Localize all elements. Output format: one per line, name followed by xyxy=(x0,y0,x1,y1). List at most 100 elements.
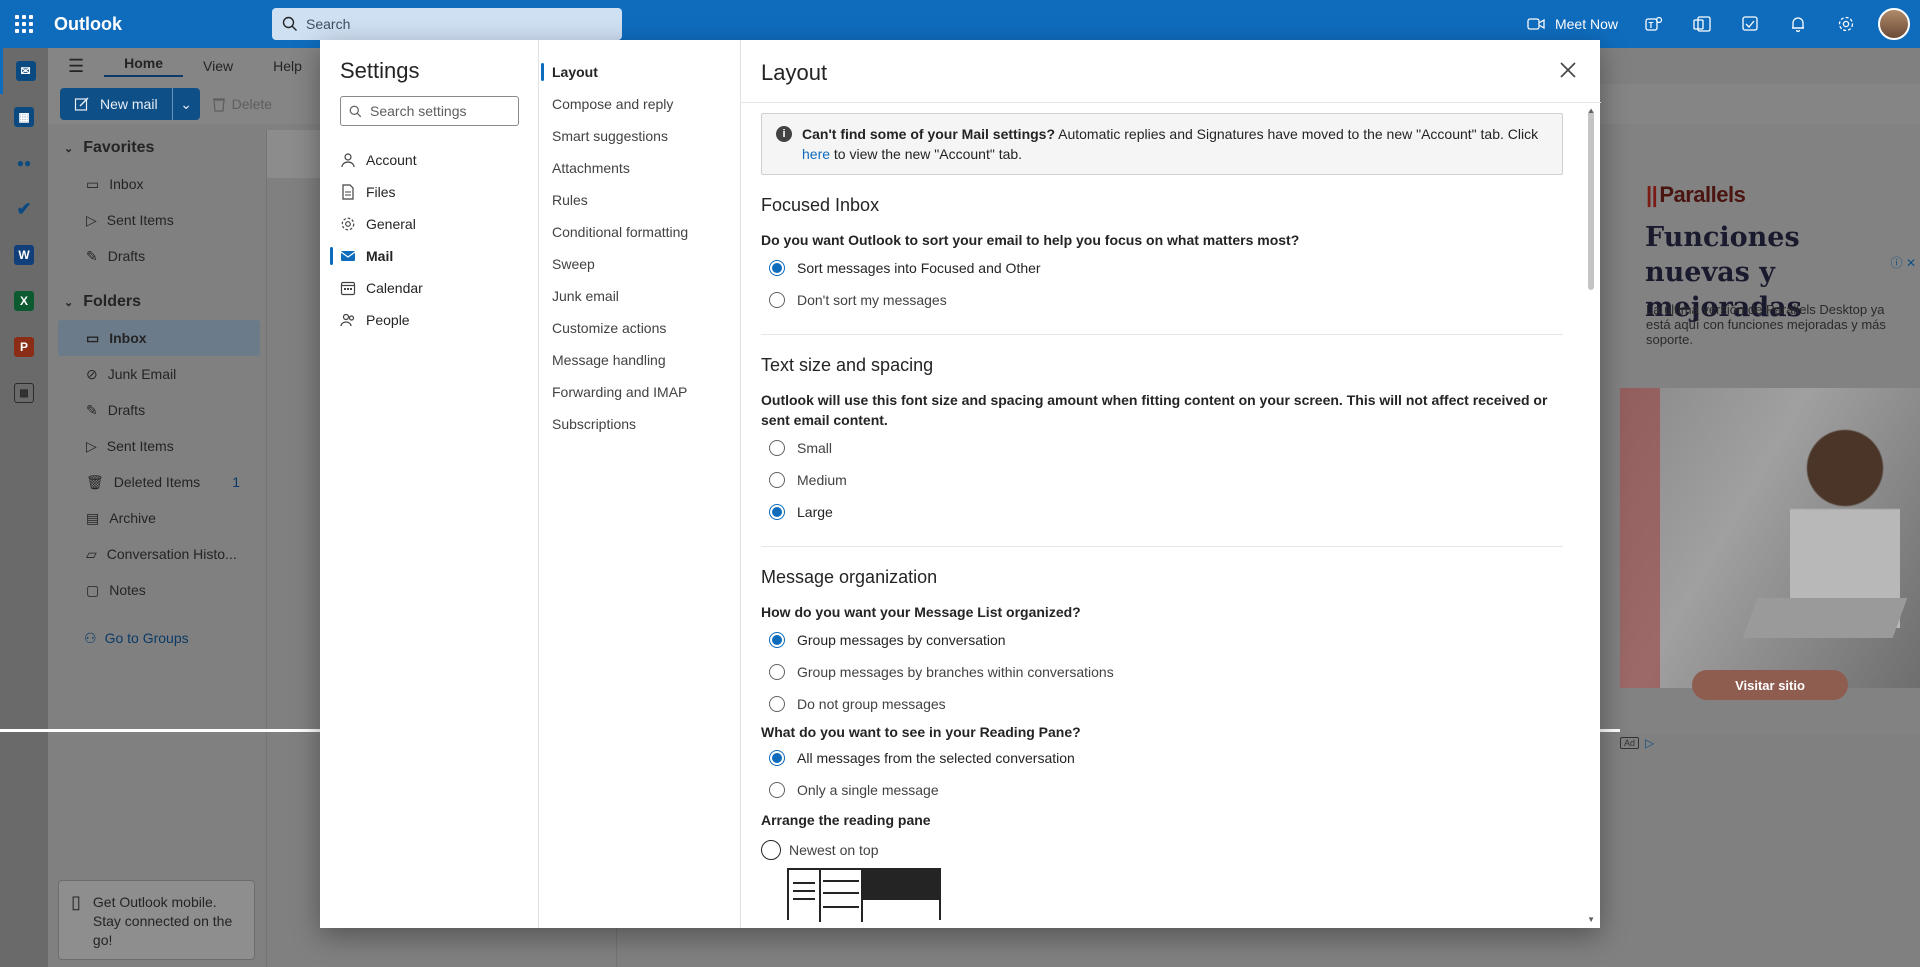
folder-label: Archive xyxy=(109,510,156,526)
folder-deleted-items[interactable]: 🗑 Deleted Items 1 xyxy=(48,464,264,500)
radio-label: Do not group messages xyxy=(797,696,946,712)
settings-button[interactable] xyxy=(1822,0,1870,48)
radio-medium[interactable]: Medium xyxy=(761,464,1563,496)
rail-more-apps[interactable]: ▦ xyxy=(0,370,48,416)
folder-pane: ⌄ Favorites ▭ Inbox ▷ Sent Items ✎ Drafts ⌄ F… xyxy=(48,130,264,967)
rail-calendar[interactable]: ▦ xyxy=(0,94,48,140)
settings-nav-people[interactable]: People xyxy=(320,304,538,336)
settings-scrollbar[interactable] xyxy=(1588,110,1594,290)
subnav-message-handling[interactable]: Message handling xyxy=(539,344,688,376)
favorites-header[interactable]: ⌄ Favorites xyxy=(48,130,264,166)
radio-dont-sort[interactable]: Don't sort my messages xyxy=(761,284,1563,316)
rail-powerpoint[interactable]: P xyxy=(0,324,48,370)
subnav-rules[interactable]: Rules xyxy=(539,184,688,216)
tab-home[interactable]: Home xyxy=(104,55,184,77)
folder-conversation-history[interactable]: ▱ Conversation Histo... xyxy=(48,536,264,572)
subnav-customize-actions[interactable]: Customize actions xyxy=(539,312,688,344)
folder-drafts[interactable]: ✎ Drafts xyxy=(48,392,264,428)
folder-inbox[interactable]: ▭ Inbox xyxy=(58,320,260,356)
favorite-sent-items[interactable]: ▷ Sent Items xyxy=(48,202,264,238)
radio-newest-on-top[interactable]: Newest on top xyxy=(761,834,1563,866)
app-title[interactable]: Outlook xyxy=(54,14,272,35)
subnav-compose-and-reply[interactable]: Compose and reply xyxy=(539,88,688,120)
my-day-button[interactable] xyxy=(1726,0,1774,48)
search-box[interactable] xyxy=(272,8,622,40)
radio-group-by-branches[interactable]: Group messages by branches within conver… xyxy=(761,656,1563,688)
mail-settings-subnav: Layout Compose and reply Smart suggestio… xyxy=(538,40,740,928)
radio-label: All messages from the selected conversat… xyxy=(797,750,1075,766)
note-icon: ▢ xyxy=(86,581,100,598)
subnav-smart-suggestions[interactable]: Smart suggestions xyxy=(539,120,688,152)
settings-nav-mail[interactable]: Mail xyxy=(320,240,538,272)
meet-now-button[interactable]: Meet Now xyxy=(1515,16,1630,32)
radio-large[interactable]: Large xyxy=(761,496,1563,528)
teams-icon: T xyxy=(1645,16,1663,31)
delete-button[interactable]: Delete xyxy=(212,96,272,112)
subnav-sweep[interactable]: Sweep xyxy=(539,248,688,280)
more-apps-icon: ▦ xyxy=(14,383,34,403)
rail-excel[interactable]: X xyxy=(0,278,48,324)
content-title: Layout xyxy=(761,60,828,85)
folder-junk-email[interactable]: ⊘ Junk Email xyxy=(48,356,264,392)
ad-banner[interactable]: ||Parallels Funciones nuevas y mejoradas… xyxy=(1620,134,1920,734)
settings-nav-calendar[interactable]: Calendar xyxy=(320,272,538,304)
scroll-down-arrow[interactable]: ▼ xyxy=(1587,915,1595,924)
search-input[interactable] xyxy=(306,16,606,32)
office-doc-icon xyxy=(1693,16,1711,32)
radio-single-message[interactable]: Only a single message xyxy=(761,774,1563,806)
radio-sort-focused-other[interactable]: Sort messages into Focused and Other xyxy=(761,252,1563,284)
notifications-button[interactable] xyxy=(1774,0,1822,48)
tab-view[interactable]: View xyxy=(183,58,253,74)
avatar[interactable] xyxy=(1878,8,1910,40)
radio-all-messages[interactable]: All messages from the selected conversat… xyxy=(761,742,1563,774)
rail-mail[interactable]: ✉ xyxy=(0,48,48,94)
subnav-junk-email[interactable]: Junk email xyxy=(539,280,688,312)
ad-brand: Parallels xyxy=(1659,182,1746,207)
folder-notes[interactable]: ▢ Notes xyxy=(48,572,264,608)
tab-help[interactable]: Help xyxy=(253,58,322,74)
subnav-layout[interactable]: Layout xyxy=(539,56,688,88)
subnav-conditional-formatting[interactable]: Conditional formatting xyxy=(539,216,688,248)
word-app-icon: W xyxy=(14,245,34,265)
folders-header[interactable]: ⌄ Folders xyxy=(48,284,264,320)
section-divider xyxy=(761,334,1563,335)
folder-sent-items[interactable]: ▷ Sent Items xyxy=(48,428,264,464)
settings-nav-label: Mail xyxy=(366,248,394,264)
radio-do-not-group[interactable]: Do not group messages xyxy=(761,688,1563,720)
settings-nav-account[interactable]: Account xyxy=(320,144,538,176)
folder-archive[interactable]: ▤ Archive xyxy=(48,500,264,536)
settings-scroll-area[interactable]: i Can't find some of your Mail settings?… xyxy=(741,103,1601,928)
app-launcher-button[interactable] xyxy=(0,0,48,48)
radio-label: Medium xyxy=(797,472,847,488)
subnav-subscriptions[interactable]: Subscriptions xyxy=(539,408,688,440)
person-icon xyxy=(341,153,355,168)
get-mobile-card[interactable]: ▯ Get Outlook mobile. Stay connected on … xyxy=(58,880,255,960)
rail-todo[interactable]: ✔ xyxy=(0,186,48,232)
subnav-forwarding-and-imap[interactable]: Forwarding and IMAP xyxy=(539,376,688,408)
settings-nav-general[interactable]: General xyxy=(320,208,538,240)
radio-group-by-conversation[interactable]: Group messages by conversation xyxy=(761,624,1563,656)
rail-word[interactable]: W xyxy=(0,232,48,278)
go-to-groups-link[interactable]: ⚇ Go to Groups xyxy=(48,620,264,656)
favorite-inbox[interactable]: ▭ Inbox xyxy=(48,166,264,202)
new-mail-button[interactable]: New mail xyxy=(60,88,172,120)
hamburger-button[interactable]: ☰ xyxy=(48,56,104,77)
settings-nav-files[interactable]: Files xyxy=(320,176,538,208)
radio-dot xyxy=(769,472,785,488)
close-button[interactable] xyxy=(1554,56,1582,84)
rail-people[interactable]: ●● xyxy=(0,140,48,186)
radio-small[interactable]: Small xyxy=(761,432,1563,464)
ad-cta-button[interactable]: Visitar sitio xyxy=(1692,670,1848,700)
subnav-attachments[interactable]: Attachments xyxy=(539,152,688,184)
new-mail-dropdown[interactable]: ⌄ xyxy=(171,88,200,120)
ad-choices[interactable]: Ad ▷ xyxy=(1620,736,1654,750)
radio-dot xyxy=(769,664,785,680)
settings-search-box[interactable] xyxy=(340,96,519,126)
notice-here-link[interactable]: here xyxy=(802,146,830,162)
teams-button[interactable]: T xyxy=(1630,0,1678,48)
word-button[interactable] xyxy=(1678,0,1726,48)
settings-search-input[interactable] xyxy=(370,103,510,119)
favorite-drafts[interactable]: ✎ Drafts xyxy=(48,238,264,274)
get-mobile-text: Get Outlook mobile. Stay connected on th… xyxy=(92,894,233,948)
scroll-up-arrow[interactable]: ▲ xyxy=(1587,106,1595,115)
